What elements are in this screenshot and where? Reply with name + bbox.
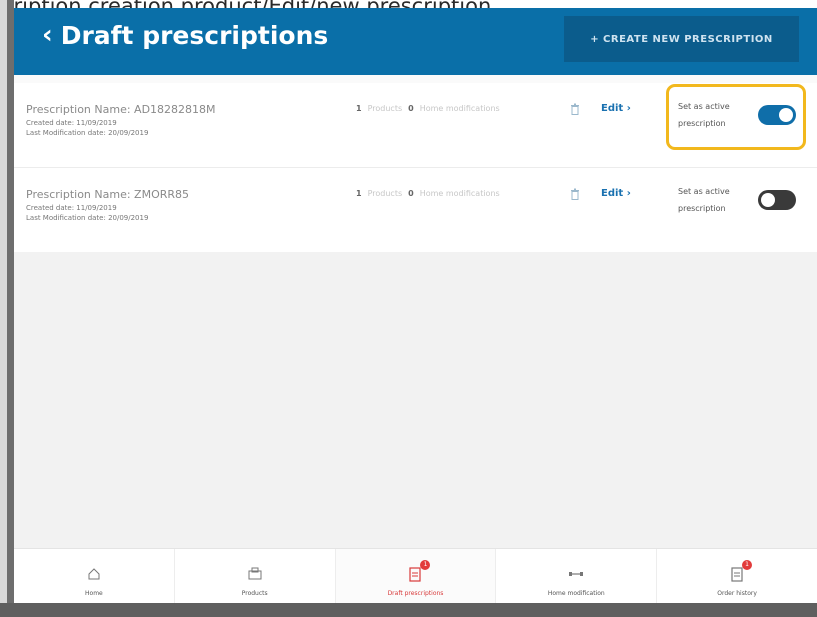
created-date: Created date: 11/09/2019 [26,204,117,212]
prescription-counts: 1 Products 0 Home modifications [356,104,500,113]
tab-label: Home modification [547,590,605,597]
tab-products[interactable]: Products [175,549,336,603]
trash-icon[interactable] [567,186,583,202]
window-frame-left [0,0,14,617]
draft-icon: 1 [404,560,431,584]
home-icon [83,564,105,584]
tab-order-history[interactable]: 1 Order history [657,549,817,603]
prescription-name: Prescription Name: AD18282818M [26,103,216,116]
products-label: Products [367,104,403,113]
app-window: ‹ Draft prescriptions + CREATE NEW PRESC… [14,8,817,603]
prescription-row: Prescription Name: ZMORR85 Created date:… [14,168,817,253]
active-toggle-highlight [666,84,806,150]
active-prescription-toggle[interactable] [758,190,796,210]
create-new-prescription-button[interactable]: + CREATE NEW PRESCRIPTION [564,16,799,62]
modifications-count: 0 [408,189,414,198]
tab-label: Draft prescriptions [387,590,444,597]
toggle-knob [761,193,775,207]
modified-date: Last Modification date: 20/09/2019 [26,214,149,222]
products-count: 1 [356,189,362,198]
edit-link[interactable]: Edit › [601,103,631,114]
products-icon [244,564,266,584]
edit-label: Edit [601,188,624,199]
tab-label: Home [85,590,103,597]
active-prescription-label: Set as active prescription [678,187,730,213]
notification-badge: 1 [420,560,431,570]
empty-content-area [14,252,817,548]
back-button[interactable]: ‹ Draft prescriptions [42,20,328,50]
tab-draft-prescriptions[interactable]: 1 Draft prescriptions [335,549,497,603]
bottom-tab-bar: Home Products 1 Draft prescriptions Home… [14,548,817,603]
tab-home-modification[interactable]: Home modification [496,549,658,603]
home-modification-icon [565,564,587,584]
trash-icon[interactable] [567,101,583,117]
tab-label: Order history [717,590,757,597]
prescription-counts: 1 Products 0 Home modifications [356,189,500,198]
modified-date: Last Modification date: 20/09/2019 [26,129,149,137]
tab-label: Products [241,590,268,597]
window-frame-bottom [0,603,817,617]
chevron-right-icon: › [626,103,631,114]
products-count: 1 [356,104,362,113]
page-title: Draft prescriptions [60,20,329,50]
tab-home[interactable]: Home [14,549,175,603]
notification-badge: 1 [742,560,753,570]
chevron-left-icon: ‹ [42,20,53,50]
order-history-icon: 1 [726,560,753,584]
products-label: Products [367,189,403,198]
modifications-count: 0 [408,104,414,113]
modifications-label: Home modifications [419,104,500,113]
edit-link[interactable]: Edit › [601,188,631,199]
modifications-label: Home modifications [419,189,500,198]
prescription-name: Prescription Name: ZMORR85 [26,188,190,201]
chevron-right-icon: › [626,188,631,199]
edit-label: Edit [601,103,624,114]
created-date: Created date: 11/09/2019 [26,119,117,127]
app-header: ‹ Draft prescriptions + CREATE NEW PRESC… [14,8,817,75]
